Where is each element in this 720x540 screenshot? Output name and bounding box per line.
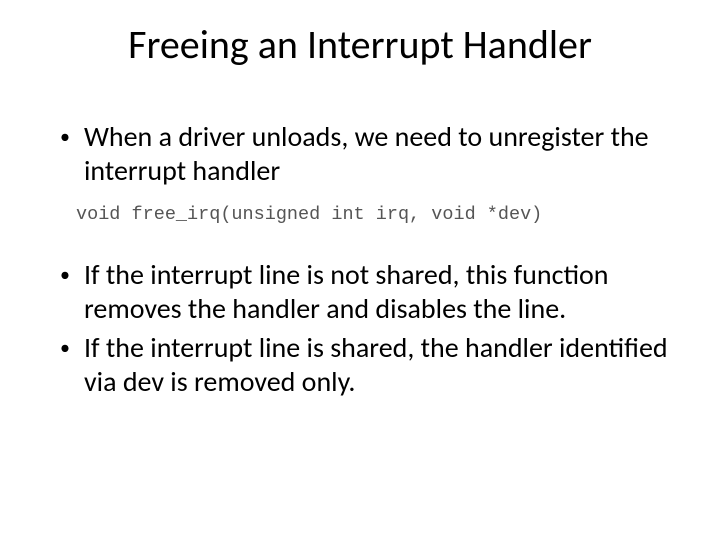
bullet-item: • If the interrupt line is not shared, t…: [60, 258, 670, 325]
bullet-text: If the interrupt line is not shared, thi…: [84, 258, 670, 325]
bullet-text: If the interrupt line is shared, the han…: [84, 331, 670, 398]
code-signature: void free_irq(unsigned int irq, void *de…: [76, 204, 542, 225]
bullet-dot-icon: •: [60, 120, 84, 187]
body-top: • When a driver unloads, we need to unre…: [60, 120, 670, 193]
slide-title: Freeing an Interrupt Handler: [0, 20, 720, 69]
bullet-dot-icon: •: [60, 331, 84, 398]
bullet-item: • If the interrupt line is shared, the h…: [60, 331, 670, 398]
bullet-item: • When a driver unloads, we need to unre…: [60, 120, 670, 187]
body-bottom: • If the interrupt line is not shared, t…: [60, 258, 670, 404]
bullet-dot-icon: •: [60, 258, 84, 325]
bullet-text: When a driver unloads, we need to unregi…: [84, 120, 670, 187]
slide: Freeing an Interrupt Handler • When a dr…: [0, 0, 720, 540]
